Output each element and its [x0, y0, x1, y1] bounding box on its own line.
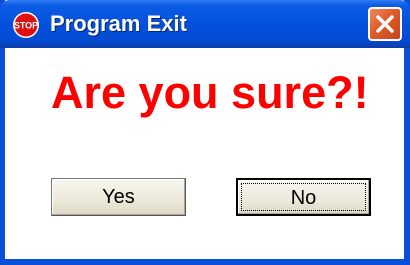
close-icon [376, 15, 394, 33]
window-title: Program Exit [50, 11, 187, 36]
no-button-label: No [290, 187, 317, 209]
stop-sign-icon: STOP [13, 12, 39, 38]
dialog-body: Are you sure?! Yes No [5, 48, 404, 259]
yes-button[interactable]: Yes [51, 178, 186, 216]
confirmation-message: Are you sure?! [51, 67, 369, 118]
program-exit-dialog: STOP Program Exit Are you sure?! Yes No [0, 0, 410, 265]
svg-text:STOP: STOP [14, 21, 38, 31]
close-button[interactable] [368, 7, 402, 41]
title-bar[interactable]: STOP Program Exit [0, 0, 410, 48]
no-button[interactable]: No [236, 178, 371, 216]
